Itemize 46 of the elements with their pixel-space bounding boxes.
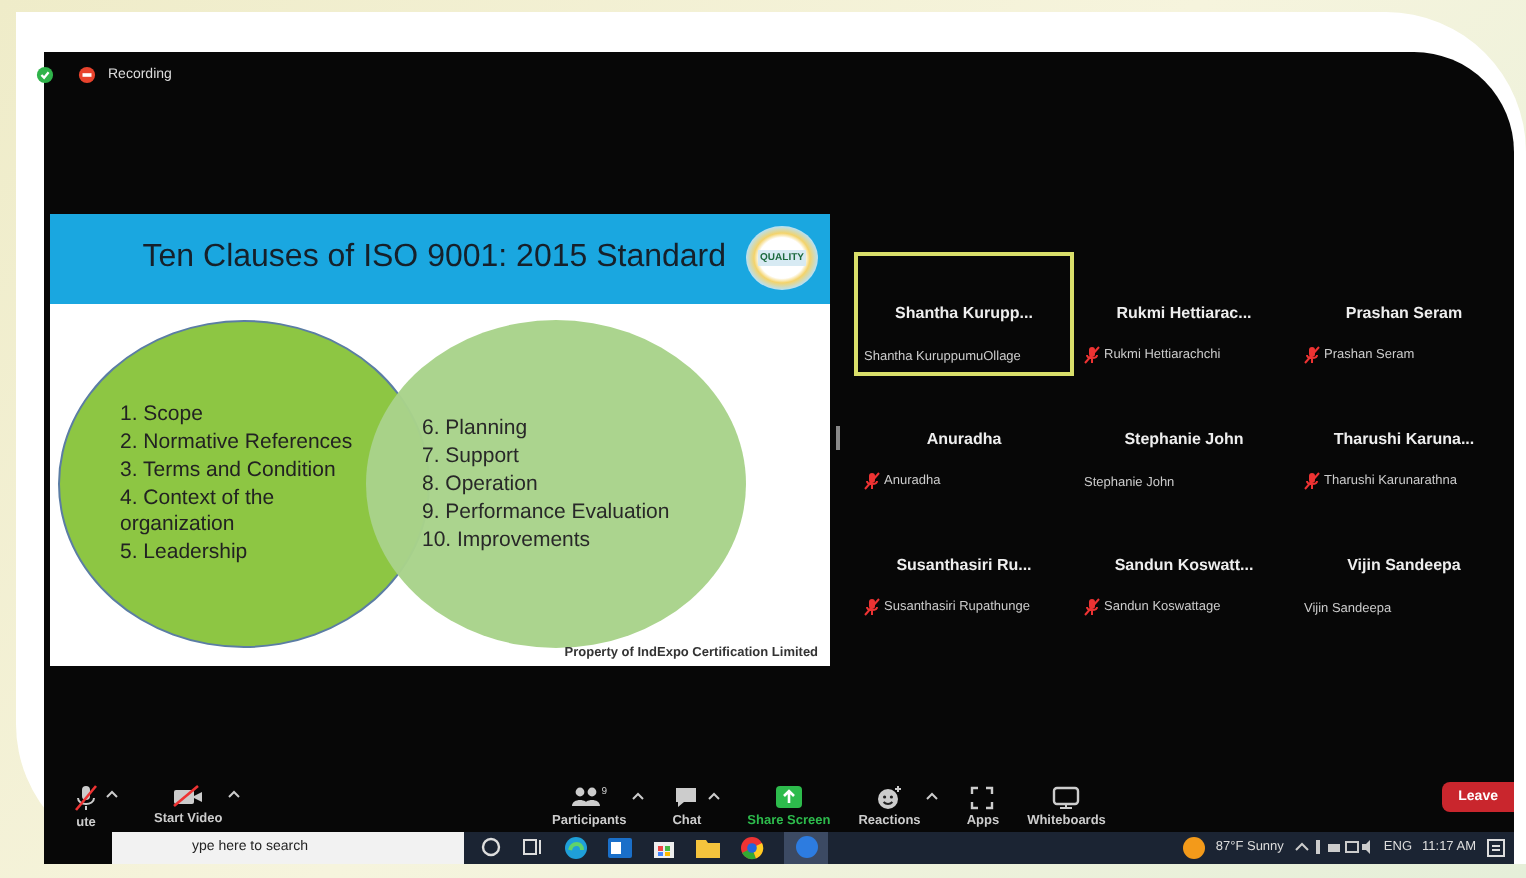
clause-item: 3. Terms and Condition [120,458,338,485]
notification-icon[interactable] [1486,837,1506,858]
muted-camera-icon [172,783,205,808]
caret-icon[interactable] [926,791,939,800]
caret-icon[interactable] [106,789,118,798]
clause-item: 5. Leadership [120,540,250,567]
participant-display-name: Anuradha [924,429,1004,448]
chat-bubble-icon [674,785,699,808]
caret-icon[interactable] [228,789,241,798]
clause-item: 1. Scope [120,402,205,429]
clause-item: 9. Performance Evaluation [422,499,670,526]
participant-display-name: Vijin Sandeepa [1345,555,1463,574]
participant-display-name: Shantha Kurupp... [893,303,1035,322]
shield-check-icon [36,66,54,85]
clause-item: 8. Operation [422,471,540,498]
share-screen-icon [775,785,802,808]
participant-display-name: Susanthasiri Ru... [894,555,1034,574]
clause-item: 4. Context of the organization [120,486,277,539]
whiteboard-icon [1052,785,1081,810]
sun-icon [1181,835,1206,860]
participant-display-name: Stephanie John [1122,429,1246,448]
task-view-icon[interactable] [522,836,544,859]
clause-item: 2. Normative References [120,430,355,457]
muted-mic-icon [72,783,100,812]
split-handle[interactable] [836,425,840,450]
browser-wave-icon[interactable] [564,835,588,860]
mail-app-icon[interactable] [608,835,632,860]
video-app-icon[interactable] [784,831,828,864]
slide-title: Ten Clauses of ISO 9001: 2015 Standard [142,240,727,277]
participant-display-name: Rukmi Hettiarac... [1114,303,1254,322]
smiley-icon [876,785,903,810]
people-icon [571,785,600,806]
recording-icon [78,66,96,85]
caret-icon[interactable] [707,791,720,800]
clause-item: 10. Improvements [422,527,593,554]
folder-icon[interactable] [696,835,720,860]
system-tray-icons[interactable] [1293,838,1374,857]
participant-display-name: Tharushi Karuna... [1331,429,1477,448]
caret-icon[interactable] [632,791,645,800]
participant-display-name: Sandun Koswatt... [1112,555,1256,574]
apps-icon [970,785,995,810]
search-icon[interactable] [480,836,502,859]
participant-display-name: Prashan Seram [1343,303,1465,322]
clause-item: 7. Support [422,443,521,470]
clause-item: 6. Planning [422,415,530,442]
chrome-icon[interactable] [740,835,764,860]
